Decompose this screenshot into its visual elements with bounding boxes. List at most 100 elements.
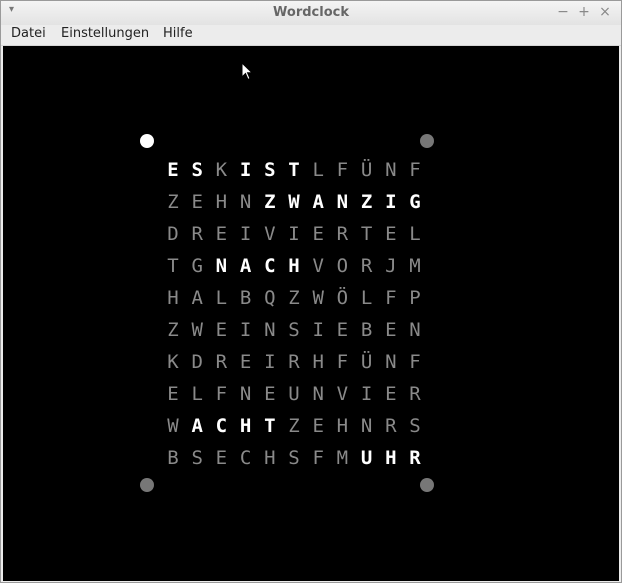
grid-letter: E bbox=[215, 223, 228, 245]
grid-letter-lit: H bbox=[239, 415, 252, 437]
grid-letter: B bbox=[167, 447, 179, 469]
grid-letter: N bbox=[239, 191, 252, 213]
grid-letter-lit: A bbox=[312, 191, 324, 213]
grid-letter: Z bbox=[167, 319, 179, 341]
grid-letter: T bbox=[167, 255, 179, 277]
grid-letter: M bbox=[409, 255, 421, 277]
grid-letter-lit: H bbox=[288, 255, 300, 277]
title-bar[interactable]: ▾ Wordclock − + × bbox=[1, 1, 621, 25]
grid-letter: L bbox=[191, 383, 203, 405]
grid-letter: N bbox=[360, 415, 373, 437]
grid-letter: L bbox=[409, 223, 421, 245]
grid-letter-lit: E bbox=[167, 159, 179, 181]
grid-letter: Ö bbox=[336, 287, 349, 309]
maximize-icon[interactable]: + bbox=[577, 4, 591, 20]
grid-letter: W bbox=[167, 415, 179, 437]
grid-letter: E bbox=[264, 383, 276, 405]
menu-einstellungen[interactable]: Einstellungen bbox=[61, 26, 149, 41]
grid-letter-lit: Z bbox=[360, 191, 373, 213]
grid-letter: E bbox=[385, 223, 397, 245]
grid-letter: F bbox=[312, 447, 324, 469]
grid-letter: L bbox=[312, 159, 324, 181]
grid-letter: E bbox=[312, 415, 324, 437]
grid-letter: R bbox=[360, 255, 373, 277]
grid-letter: N bbox=[385, 159, 397, 181]
grid-letter: Ü bbox=[360, 351, 373, 373]
grid-letter: I bbox=[360, 383, 373, 405]
grid-letter: R bbox=[409, 383, 421, 405]
grid-letter: Z bbox=[288, 415, 300, 437]
grid-letter: K bbox=[215, 159, 228, 181]
grid-letter-lit: N bbox=[336, 191, 349, 213]
grid-letter: B bbox=[360, 319, 373, 341]
grid-letter: F bbox=[215, 383, 228, 405]
grid-letter: E bbox=[385, 319, 397, 341]
grid-letter: F bbox=[409, 351, 421, 373]
grid-letter: L bbox=[360, 287, 373, 309]
menu-datei[interactable]: Datei bbox=[11, 26, 46, 41]
grid-letter: R bbox=[288, 351, 300, 373]
grid-letter: A bbox=[191, 287, 203, 309]
grid-letter: K bbox=[167, 351, 179, 373]
grid-letter: T bbox=[360, 223, 373, 245]
grid-letter-lit: T bbox=[264, 415, 276, 437]
close-icon[interactable]: × bbox=[598, 4, 612, 20]
grid-letter: M bbox=[336, 447, 349, 469]
grid-letter: R bbox=[336, 223, 349, 245]
grid-letter: B bbox=[239, 287, 252, 309]
grid-letter: Ü bbox=[360, 159, 373, 181]
wordclock-canvas: ESKISTLFÜNFZEHNZWANZIGDREIVIERTELTGNACHV… bbox=[3, 46, 619, 581]
grid-letter: R bbox=[215, 351, 228, 373]
grid-letter-lit: C bbox=[264, 255, 276, 277]
grid-letter: N bbox=[264, 319, 276, 341]
grid-letter: H bbox=[167, 287, 179, 309]
grid-letter: H bbox=[336, 415, 349, 437]
grid-letter: N bbox=[385, 351, 397, 373]
grid-letter: V bbox=[336, 383, 349, 405]
grid-letter: Z bbox=[288, 287, 300, 309]
menu-hilfe[interactable]: Hilfe bbox=[163, 26, 193, 41]
grid-letter-lit: A bbox=[191, 415, 203, 437]
grid-letter-lit: I bbox=[385, 191, 397, 213]
grid-letter: E bbox=[336, 319, 349, 341]
grid-letter: D bbox=[167, 223, 179, 245]
grid-letter: E bbox=[312, 223, 324, 245]
grid-letter: I bbox=[288, 223, 300, 245]
grid-letter: I bbox=[239, 319, 252, 341]
grid-letter: I bbox=[264, 351, 276, 373]
minute-dot-bottom-right bbox=[420, 478, 434, 492]
grid-letter: V bbox=[264, 223, 276, 245]
grid-letter-lit: R bbox=[409, 447, 421, 469]
grid-letter: F bbox=[336, 159, 349, 181]
grid-letter-lit: A bbox=[239, 255, 252, 277]
grid-letter: J bbox=[385, 255, 397, 277]
grid-letter: F bbox=[409, 159, 421, 181]
grid-letter: I bbox=[239, 223, 252, 245]
grid-letter: S bbox=[288, 319, 300, 341]
grid-letter-lit: I bbox=[239, 159, 252, 181]
grid-letter: F bbox=[385, 287, 397, 309]
grid-letter-lit: G bbox=[409, 191, 421, 213]
grid-letter: H bbox=[215, 191, 228, 213]
grid-letter-lit: H bbox=[385, 447, 397, 469]
grid-letter: E bbox=[215, 319, 228, 341]
grid-letter: E bbox=[191, 191, 203, 213]
grid-letter: O bbox=[336, 255, 349, 277]
minimize-icon[interactable]: − bbox=[556, 4, 570, 20]
grid-letter: I bbox=[312, 319, 324, 341]
grid-letter: C bbox=[239, 447, 252, 469]
grid-letter: E bbox=[239, 351, 252, 373]
grid-letter: E bbox=[167, 383, 179, 405]
grid-letter: H bbox=[264, 447, 276, 469]
grid-letter: Z bbox=[167, 191, 179, 213]
grid-letter-lit: N bbox=[215, 255, 228, 277]
grid-letter: H bbox=[312, 351, 324, 373]
grid-letter: S bbox=[288, 447, 300, 469]
grid-letter: E bbox=[215, 447, 228, 469]
minute-dot-bottom-left bbox=[140, 478, 154, 492]
minute-dot-top-left bbox=[140, 134, 154, 148]
grid-letter: Q bbox=[264, 287, 276, 309]
grid-letter: G bbox=[191, 255, 203, 277]
window-title: Wordclock bbox=[273, 5, 349, 20]
grid-letter: W bbox=[312, 287, 324, 309]
